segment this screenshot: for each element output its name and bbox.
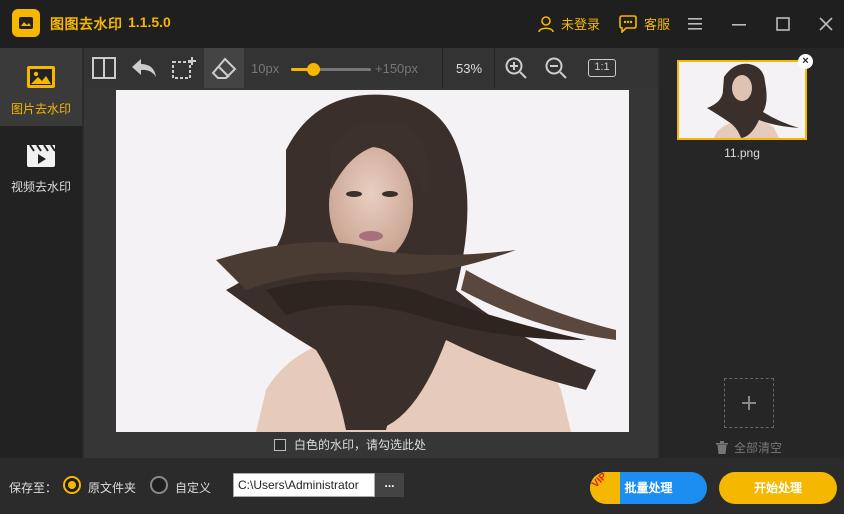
editing-image[interactable]: [116, 90, 629, 432]
toolbar-divider: [442, 48, 443, 88]
custom-folder-label[interactable]: 自定义: [175, 479, 211, 496]
compare-button[interactable]: [84, 48, 124, 88]
login-label: 未登录: [561, 17, 601, 32]
select-rect-button[interactable]: [164, 48, 204, 88]
zoom-in-icon: [505, 57, 527, 79]
logo-icon: [19, 17, 33, 29]
browse-button[interactable]: ...: [375, 473, 404, 497]
slider-knob[interactable]: [307, 63, 321, 76]
login-button[interactable]: 未登录: [537, 14, 600, 33]
undo-button[interactable]: [124, 48, 164, 88]
batch-process-button[interactable]: VIP 批量处理: [590, 472, 707, 504]
start-process-label: 开始处理: [753, 481, 802, 495]
zoom-out-icon: [545, 57, 567, 79]
app-name: 图图去水印: [50, 16, 123, 32]
close-button[interactable]: [814, 12, 838, 36]
file-list-panel: × 11.png 全部清空: [660, 48, 844, 458]
remove-file-button[interactable]: ×: [798, 54, 813, 69]
zoom-in-button[interactable]: [496, 48, 536, 88]
start-process-button[interactable]: 开始处理: [719, 472, 837, 504]
clear-all-button[interactable]: 全部清空: [716, 439, 782, 456]
brush-size-max: +150px: [375, 61, 419, 76]
canvas-area[interactable]: 白色的水印，请勾选此处: [84, 88, 658, 458]
nav-item-video-watermark[interactable]: 视频去水印: [0, 126, 82, 204]
add-file-button[interactable]: [724, 378, 774, 428]
vip-badge: VIP: [590, 472, 620, 504]
video-icon: [27, 144, 56, 167]
eraser-button[interactable]: [204, 48, 244, 88]
portrait-image: [116, 90, 629, 432]
actual-size-button[interactable]: 1:1: [582, 48, 622, 88]
trash-icon: [716, 441, 728, 454]
eraser-icon: [211, 57, 237, 79]
radio-custom-folder[interactable]: [150, 476, 168, 494]
toolbar-divider: [494, 48, 495, 88]
chat-icon: [619, 14, 637, 33]
original-folder-label[interactable]: 原文件夹: [88, 479, 136, 496]
white-watermark-label: 白色的水印，请勾选此处: [294, 438, 427, 452]
maximize-icon: [776, 17, 790, 31]
output-path-input[interactable]: C:\Users\Administrator: [233, 473, 375, 497]
hamburger-icon: [688, 18, 702, 30]
file-thumbnail[interactable]: [677, 60, 807, 140]
compare-icon: [92, 57, 116, 79]
left-nav: 图片去水印 视频去水印: [0, 48, 82, 458]
customer-service-button[interactable]: 客服: [618, 14, 670, 33]
bottom-bar: 保存至： 原文件夹 自定义 C:\Users\Administrator ...…: [0, 458, 844, 514]
close-icon: [819, 17, 833, 31]
batch-process-label: 批量处理: [624, 481, 673, 495]
service-label: 客服: [644, 17, 671, 32]
minimize-button[interactable]: [727, 12, 751, 36]
app-window: 图图去水印 1.1.5.0 未登录 客服 图片去水印 视频去水印 10px +1…: [0, 0, 844, 514]
app-version: 1.1.5.0: [128, 14, 171, 30]
menu-button[interactable]: [683, 12, 707, 36]
title-bar: 图图去水印 1.1.5.0 未登录 客服: [0, 0, 844, 48]
zoom-out-button[interactable]: [536, 48, 576, 88]
plus-icon: [742, 396, 756, 410]
brush-size-slider[interactable]: [291, 63, 371, 76]
file-name: 11.png: [724, 146, 760, 160]
save-to-label: 保存至：: [9, 481, 58, 495]
user-icon: [538, 15, 554, 32]
white-watermark-option[interactable]: 白色的水印，请勾选此处: [274, 436, 426, 453]
minimize-icon: [732, 24, 746, 26]
editor-toolbar: 10px +150px 53% 1:1: [84, 48, 658, 88]
image-icon: [27, 66, 55, 88]
zoom-level: 53%: [456, 61, 483, 76]
actual-size-label: 1:1: [588, 59, 616, 77]
brush-size-min: 10px: [251, 61, 280, 76]
vip-label: VIP: [590, 472, 610, 491]
clear-all-label: 全部清空: [734, 441, 783, 455]
nav-item-image-watermark[interactable]: 图片去水印: [0, 48, 82, 126]
app-logo: [12, 9, 40, 37]
nav-label: 视频去水印: [10, 180, 71, 194]
radio-original-folder[interactable]: [63, 476, 81, 494]
undo-icon: [132, 59, 156, 77]
nav-label: 图片去水印: [10, 102, 71, 116]
maximize-button[interactable]: [771, 12, 795, 36]
white-watermark-checkbox[interactable]: [274, 438, 286, 451]
thumbnail-image: [679, 62, 805, 138]
select-rect-icon: [172, 57, 196, 79]
